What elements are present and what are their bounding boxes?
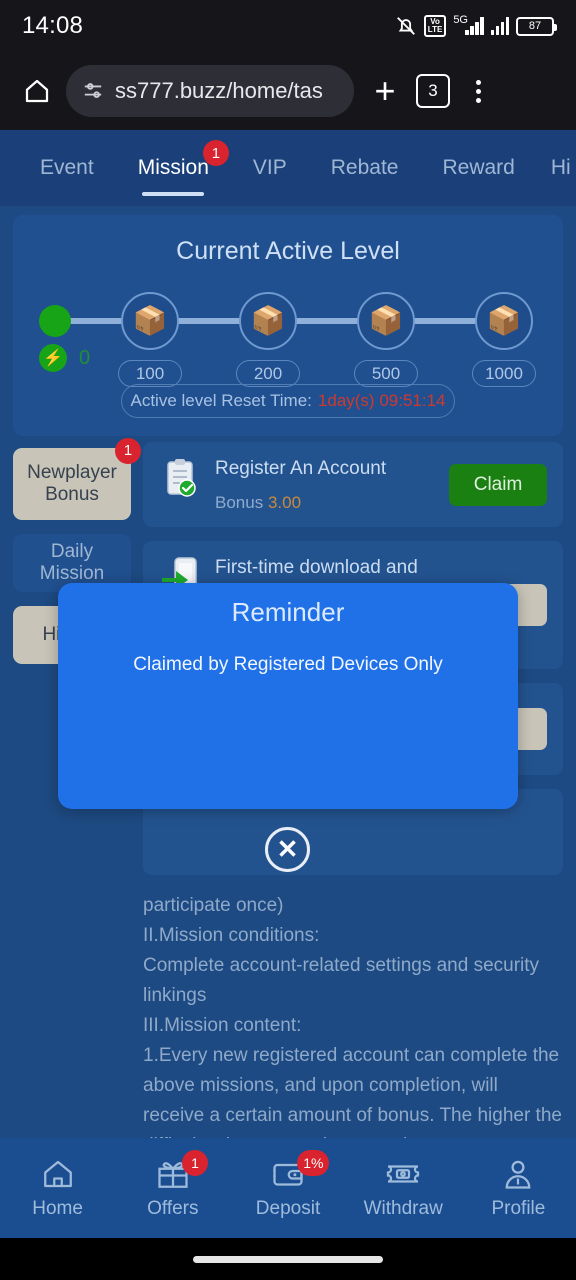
person-icon: [499, 1156, 537, 1192]
mission-title: Register An Account: [215, 458, 387, 479]
bonus-value: 3.00: [267, 493, 302, 512]
treasure-chest-icon: 📦: [250, 305, 286, 336]
mission-card-register[interactable]: Register An Account Bonus 3.00 Claim: [143, 442, 563, 527]
milestone-node-100[interactable]: 📦: [121, 292, 179, 350]
tab-reward[interactable]: Reward: [420, 130, 536, 206]
nav-label: Deposit: [255, 1198, 321, 1219]
status-time: 14:08: [22, 12, 84, 39]
side-tab-label: Newplayer Bonus: [27, 462, 117, 505]
nav-item-withdraw[interactable]: Withdraw: [346, 1156, 461, 1220]
kebab-menu-icon[interactable]: [458, 69, 498, 113]
current-value-group: ⚡ 0: [39, 344, 90, 372]
phone-screen: 14:08 Vo LTE 5G 87 ss777.buzz/home/tas +…: [0, 0, 576, 1280]
nav-badge: 1%: [297, 1150, 330, 1176]
milestone-label-1000: 1000: [472, 360, 536, 387]
reminder-dialog: Reminder Claimed by Registered Devices O…: [58, 583, 518, 809]
bottom-navigation: Home 1 Offers 1% Deposit Withdraw Profil…: [0, 1138, 576, 1238]
milestone-label-200: 200: [236, 360, 300, 387]
treasure-chest-icon: 📦: [368, 305, 404, 336]
close-circle-icon[interactable]: ✕: [265, 827, 310, 872]
side-tab-badge: 1: [115, 438, 141, 464]
treasure-chest-icon: 📦: [132, 305, 168, 336]
milestone-node-500[interactable]: 📦: [357, 292, 415, 350]
mission-bonus: Bonus 3.00: [215, 493, 435, 513]
sidebar-item-newplayer-bonus[interactable]: Newplayer Bonus 1: [13, 438, 141, 520]
clipboard-check-icon: [159, 456, 201, 502]
url-text: ss777.buzz/home/tas: [115, 78, 323, 103]
current-value: 0: [79, 346, 91, 369]
tab-badge: 1: [202, 140, 229, 166]
nav-item-offers[interactable]: 1 Offers: [115, 1150, 230, 1220]
gesture-bar[interactable]: [0, 1238, 576, 1280]
browser-toolbar: ss777.buzz/home/tas + 3: [0, 52, 576, 130]
tab-label: Hi: [550, 156, 571, 179]
mission-rules: participate once) II.Mission conditions:…: [0, 889, 576, 1158]
treasure-chest-icon: 📦: [486, 305, 522, 336]
home-icon[interactable]: [16, 70, 58, 112]
mute-icon: [395, 15, 417, 37]
mission-card-body: Register An Account Bonus 3.00: [215, 456, 435, 513]
site-settings-icon[interactable]: [82, 81, 104, 101]
tab-rebate[interactable]: Rebate: [309, 130, 421, 206]
gesture-handle[interactable]: [193, 1255, 383, 1263]
url-bar[interactable]: ss777.buzz/home/tas: [66, 65, 354, 117]
claim-button[interactable]: Claim: [449, 463, 547, 506]
nav-label: Offers: [147, 1198, 199, 1219]
nav-item-deposit[interactable]: 1% Deposit: [230, 1150, 345, 1220]
status-icons: Vo LTE 5G 87: [395, 14, 557, 37]
volte-icon: Vo LTE: [423, 15, 447, 37]
milestone-node-200[interactable]: 📦: [239, 292, 297, 350]
nav-label: Home: [32, 1198, 83, 1219]
side-tab-label: Daily Mission: [39, 541, 105, 584]
tab-mission[interactable]: Mission 1: [116, 130, 231, 206]
reset-timer-pill: Active level Reset Time: 1day(s) 09:51:1…: [121, 384, 455, 418]
app-tab-bar: Event Mission 1 VIP Rebate Reward Hi »: [0, 130, 576, 206]
milestone-label-100: 100: [118, 360, 182, 387]
tab-vip[interactable]: VIP: [231, 130, 309, 206]
page-title: Current Active Level: [176, 237, 400, 265]
cash-ticket-icon: [383, 1156, 423, 1192]
tab-count-button[interactable]: 3: [416, 74, 450, 108]
tab-hi[interactable]: Hi: [537, 130, 576, 206]
nav-item-home[interactable]: Home: [0, 1156, 115, 1220]
battery-icon: 87: [516, 16, 557, 36]
nav-item-profile[interactable]: Profile: [461, 1156, 576, 1220]
progress-start-marker: [39, 305, 71, 337]
nav-badge: 1: [182, 1150, 209, 1176]
tab-event[interactable]: Event: [18, 130, 116, 206]
rules-line: III.Mission content:: [143, 1015, 302, 1036]
level-progress-track: ⚡ 0 📦 100 📦 200 📦 500 📦 1000: [39, 288, 537, 387]
tab-label: Event: [40, 156, 94, 179]
dialog-title: Reminder: [231, 597, 345, 627]
home-icon: [39, 1156, 77, 1192]
nav-label: Withdraw: [363, 1198, 443, 1219]
5g-signal-icon: 5G: [453, 14, 484, 35]
rules-line: Complete account-related settings and se…: [143, 955, 540, 1006]
bonus-label: Bonus: [215, 493, 264, 512]
milestone-node-1000[interactable]: 📦: [475, 292, 533, 350]
tab-label: Mission: [137, 156, 209, 179]
rules-line: II.Mission conditions:: [143, 925, 320, 946]
current-active-level-panel: Current Active Level ⚡ 0 📦 100 📦 200 📦 5…: [13, 215, 563, 436]
signal-icon: [490, 17, 509, 35]
rules-line: participate once): [143, 895, 284, 916]
tab-label: Reward: [442, 156, 515, 179]
nav-label: Profile: [491, 1198, 546, 1219]
lightning-icon: ⚡: [39, 344, 67, 372]
plus-icon[interactable]: +: [362, 68, 408, 114]
status-bar: 14:08 Vo LTE 5G 87: [0, 0, 576, 52]
tab-label: VIP: [252, 156, 287, 179]
reset-timer-label: Active level Reset Time:: [130, 391, 312, 410]
reset-timer-value: 1day(s) 09:51:14: [317, 391, 446, 410]
tab-label: Rebate: [330, 156, 399, 179]
dialog-message: Claimed by Registered Devices Only: [133, 654, 443, 675]
milestone-label-500: 500: [354, 360, 418, 387]
